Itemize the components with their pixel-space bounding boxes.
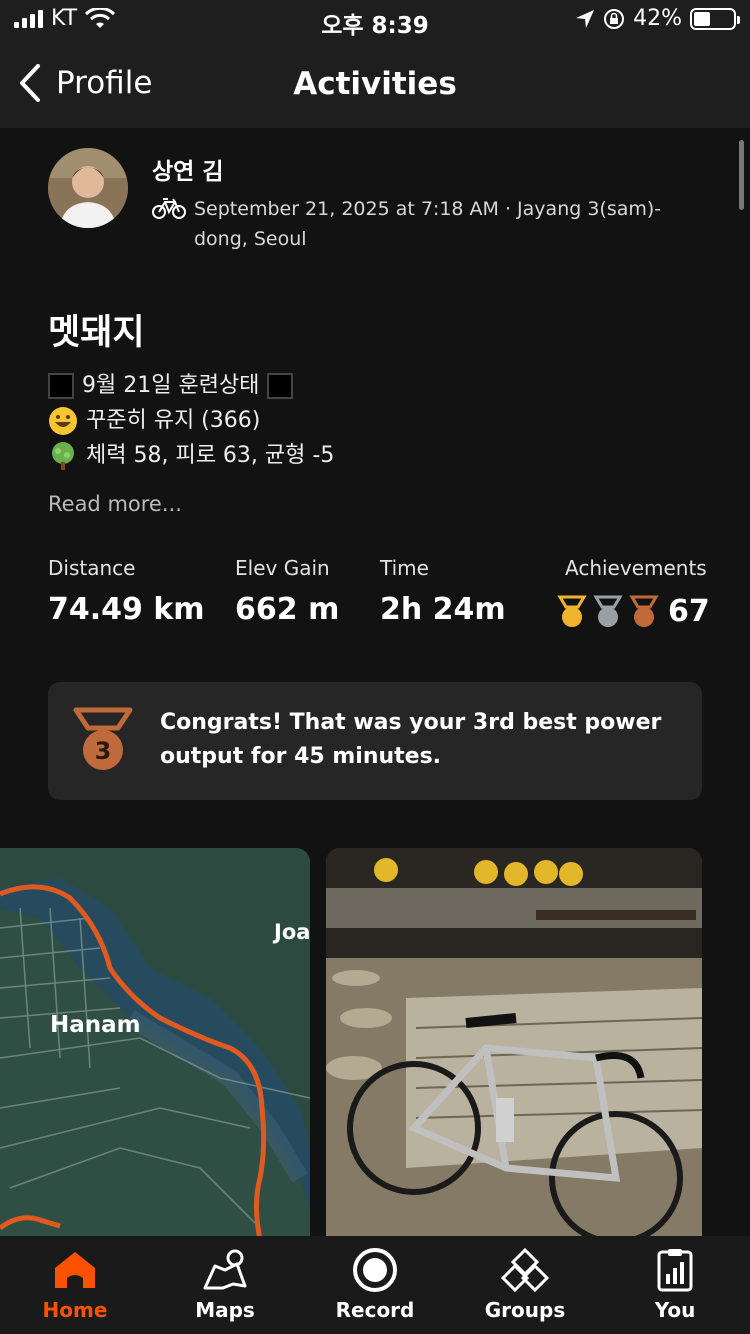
orientation-lock-icon [604,8,625,29]
record-icon [353,1248,397,1292]
distance-label: Distance [48,556,136,580]
description-line: 9월 21일 훈련상태 [48,368,334,403]
athlete-name[interactable]: 상연 김 [152,152,224,186]
map-label-partial: Joa [274,920,310,944]
tab-label: You [654,1298,696,1322]
read-more-link[interactable]: Read more... [48,492,182,516]
tab-label: Home [42,1298,108,1322]
tab-you[interactable]: You [600,1236,750,1334]
battery-percent: 42% [633,6,682,31]
elev-gain-label: Elev Gain [235,556,330,580]
time-label: Time [380,556,429,580]
gold-medal-icon [557,595,587,627]
activity-detail[interactable]: 상연 김 September 21, 2025 at 7:18 AM · Jay… [0,128,750,1236]
tab-maps[interactable]: Maps [150,1236,300,1334]
description-line: 꾸준히 유지 (366) [48,403,334,438]
tab-label: Maps [195,1298,255,1322]
achievement-card[interactable]: 3 Congrats! That was your 3rd best power… [48,682,702,800]
activity-description: 9월 21일 훈련상태 꾸준히 유지 (366) 체력 58, 피로 63, 균… [48,368,334,473]
bronze-medal-icon [629,595,659,627]
description-text: 9월 21일 훈련상태 [82,373,260,398]
map-label-hanam: Hanam [50,1012,141,1038]
bike-icon [152,198,186,219]
black-square-icon [267,372,294,399]
scrollbar[interactable] [739,140,744,210]
achievements-summary[interactable]: 67 [556,594,710,629]
activity-title: 멧돼지 [48,313,145,353]
battery-icon [690,7,740,30]
status-bar: KT 오후 8:39 42% [0,0,750,40]
black-square-icon [48,372,74,399]
distance-value: 74.49 km [48,592,205,627]
description-line: 체력 58, 피로 63, 균형 -5 [48,438,334,473]
activity-photo[interactable] [326,848,702,1236]
achievement-text: Congrats! That was your 3rd best power o… [160,710,662,769]
groups-icon [501,1248,549,1292]
avatar[interactable] [48,148,128,228]
location-arrow-icon [576,9,595,28]
smiley-emoji-icon [49,406,77,435]
elev-gain-value: 662 m [235,592,340,627]
description-text: 꾸준히 유지 (366) [86,408,261,433]
you-icon [657,1249,693,1292]
home-icon [55,1252,95,1288]
tab-label: Groups [484,1298,566,1322]
tab-home[interactable]: Home [0,1236,150,1334]
time-value: 2h 24m [380,592,506,627]
medal-rank: 3 [95,737,112,765]
achievements-count: 67 [668,594,710,629]
nav-bar: Profile Activities [0,40,750,128]
bronze-medal-icon: 3 [73,707,133,770]
tree-emoji-icon [52,441,74,470]
silver-medal-icon [593,595,623,627]
achievements-label: Achievements [565,556,707,580]
activity-meta: September 21, 2025 at 7:18 AM · Jayang 3… [152,194,672,254]
route-map[interactable]: Hanam Joa [0,848,310,1236]
tab-bar: Home Maps Record Groups You [0,1236,750,1334]
tab-record[interactable]: Record [300,1236,450,1334]
page-title: Activities [293,66,457,102]
description-text: 체력 58, 피로 63, 균형 -5 [86,443,335,468]
tab-label: Record [335,1298,415,1322]
maps-icon [203,1249,247,1290]
tab-groups[interactable]: Groups [450,1236,600,1334]
date-location: September 21, 2025 at 7:18 AM · Jayang 3… [194,198,662,250]
status-right: 42% [575,6,740,31]
